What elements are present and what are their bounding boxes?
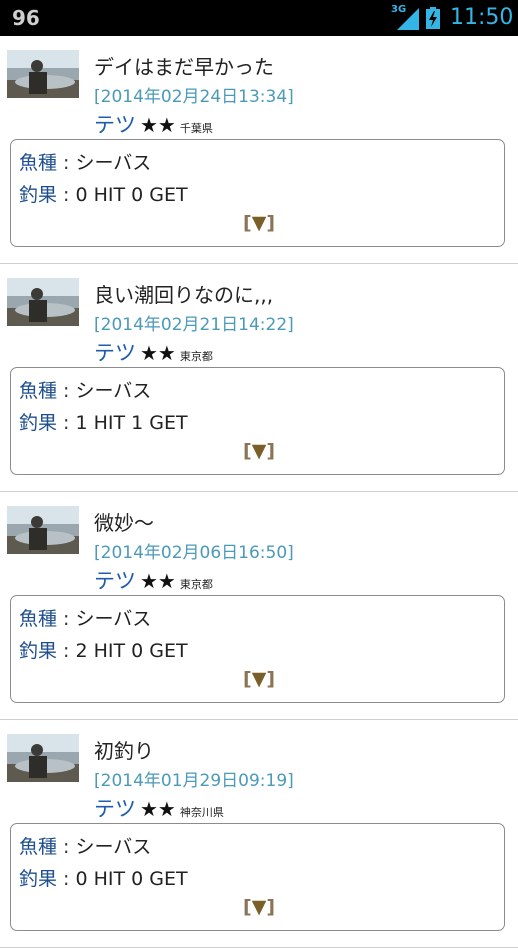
triangle-down-icon: ▼ [251,668,267,690]
catch-summary-box: 魚種 : シーバス 釣果 : 0 HIT 0 GET [▼] [10,139,505,247]
result-label: 釣果 [19,640,58,662]
result-row: 釣果 : 0 HIT 0 GET [19,184,188,206]
triangle-down-icon: ▼ [251,212,267,234]
catch-summary-box: 魚種 : シーバス 釣果 : 2 HIT 0 GET [▼] [10,595,505,703]
species-label: 魚種 [19,836,58,858]
rank-stars: ★★ [140,341,176,365]
post-list: デイはまだ早かった [2014年02月24日13:34] テツ ★★ 千葉県 魚種 … [0,36,518,948]
post-date: [2014年01月29日09:19] [94,771,294,791]
post-title[interactable]: デイはまだ早かった [94,51,274,80]
post-date: [2014年02月21日14:22] [94,315,294,335]
avatar[interactable] [7,734,79,782]
clock: 11:50 [450,5,514,30]
author-name[interactable]: テツ [94,797,136,821]
avatar[interactable] [7,506,79,554]
post-title[interactable]: 良い潮回りなのに,,, [94,279,273,308]
prefecture-label: 神奈川県 [179,806,224,819]
species-label: 魚種 [19,608,58,630]
species-value: シーバス [75,836,152,858]
status-bar: 96 3G 11:50 [0,0,518,36]
result-value: 0 HIT 0 GET [75,868,188,890]
species-row: 魚種 : シーバス [19,380,152,402]
result-value: 1 HIT 1 GET [75,412,188,434]
expand-button[interactable]: [▼] [243,440,275,462]
author-name[interactable]: テツ [94,341,136,365]
post-date: [2014年02月24日13:34] [94,87,294,107]
expand-button[interactable]: [▼] [243,212,275,234]
result-value: 0 HIT 0 GET [75,184,188,206]
battery-icon [426,7,440,29]
rank-stars: ★★ [140,797,176,821]
result-row: 釣果 : 1 HIT 1 GET [19,412,188,434]
triangle-down-icon: ▼ [251,896,267,918]
signal-icon [397,8,419,30]
result-row: 釣果 : 2 HIT 0 GET [19,640,188,662]
list-item[interactable]: 初釣り [2014年01月29日09:19] テツ ★★ 神奈川県 魚種 : シーバ… [0,720,518,948]
species-row: 魚種 : シーバス [19,836,152,858]
list-item[interactable]: 微妙～ [2014年02月06日16:50] テツ ★★ 東京都 魚種 : シーバス… [0,492,518,720]
prefecture-label: 東京都 [179,350,213,363]
post-date: [2014年02月06日16:50] [94,543,294,563]
notification-count: 96 [12,6,40,30]
species-label: 魚種 [19,152,58,174]
expand-button[interactable]: [▼] [243,896,275,918]
avatar[interactable] [7,50,79,98]
species-value: シーバス [75,608,152,630]
author-name[interactable]: テツ [94,113,136,137]
species-label: 魚種 [19,380,58,402]
avatar[interactable] [7,278,79,326]
triangle-down-icon: ▼ [251,440,267,462]
rank-stars: ★★ [140,113,176,137]
species-row: 魚種 : シーバス [19,152,152,174]
expand-button[interactable]: [▼] [243,668,275,690]
catch-summary-box: 魚種 : シーバス 釣果 : 1 HIT 1 GET [▼] [10,367,505,475]
result-label: 釣果 [19,184,58,206]
post-author: テツ ★★ 神奈川県 [94,793,224,823]
rank-stars: ★★ [140,569,176,593]
species-value: シーバス [75,152,152,174]
prefecture-label: 千葉県 [179,122,213,135]
result-label: 釣果 [19,412,58,434]
list-item[interactable]: 良い潮回りなのに,,, [2014年02月21日14:22] テツ ★★ 東京都 魚… [0,264,518,492]
species-row: 魚種 : シーバス [19,608,152,630]
list-item[interactable]: デイはまだ早かった [2014年02月24日13:34] テツ ★★ 千葉県 魚種 … [0,36,518,264]
result-value: 2 HIT 0 GET [75,640,188,662]
prefecture-label: 東京都 [179,578,213,591]
result-row: 釣果 : 0 HIT 0 GET [19,868,188,890]
species-value: シーバス [75,380,152,402]
author-name[interactable]: テツ [94,569,136,593]
result-label: 釣果 [19,868,58,890]
post-title[interactable]: 微妙～ [94,507,154,536]
post-author: テツ ★★ 千葉県 [94,109,213,139]
post-title[interactable]: 初釣り [94,735,154,764]
post-author: テツ ★★ 東京都 [94,565,213,595]
post-author: テツ ★★ 東京都 [94,337,213,367]
catch-summary-box: 魚種 : シーバス 釣果 : 0 HIT 0 GET [▼] [10,823,505,931]
